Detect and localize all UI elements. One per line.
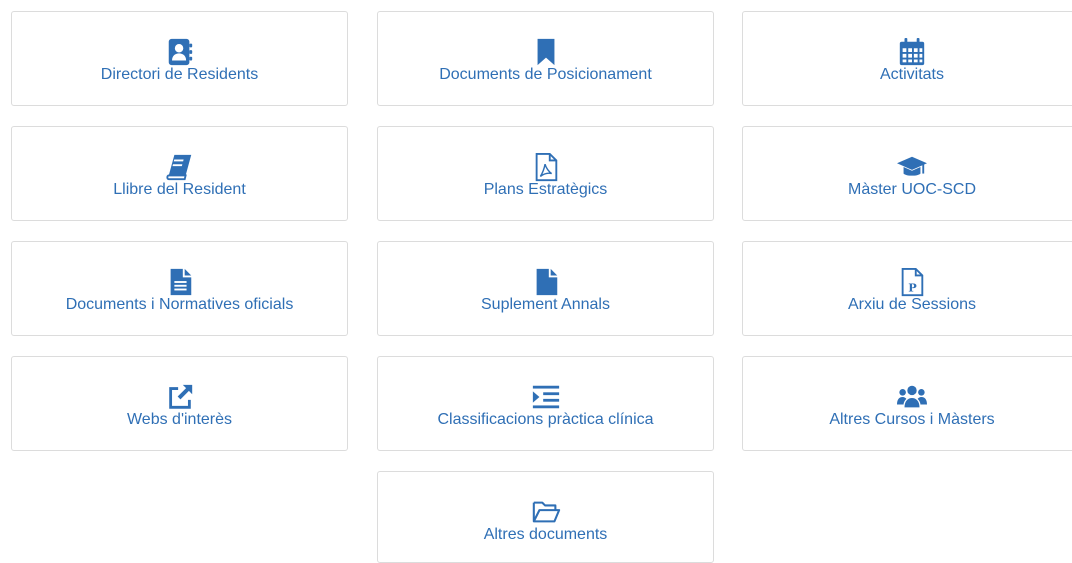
tile-label: Documents i Normatives oficials: [65, 296, 294, 313]
tile-grid: Directori de Residents Documents de Posi…: [0, 0, 1072, 563]
tile-activitats[interactable]: Activitats: [742, 11, 1072, 106]
tile-label: Directori de Residents: [100, 66, 259, 83]
tile-label: Documents de Posicionament: [439, 66, 652, 83]
svg-text:P: P: [908, 280, 917, 294]
indent-icon: [530, 381, 562, 413]
tile-label: Màster UOC-SCD: [847, 181, 976, 198]
tile-label: Altres documents: [483, 526, 608, 543]
users-icon: [896, 381, 928, 413]
book-icon: [164, 151, 196, 183]
tile-documents-posicionament[interactable]: Documents de Posicionament: [377, 11, 714, 106]
calendar-icon: [896, 36, 928, 68]
file-icon: [530, 266, 562, 298]
pdf-file-icon: [530, 151, 562, 183]
tile-directori-residents[interactable]: Directori de Residents: [11, 11, 348, 106]
tile-label: Plans Estratègics: [483, 181, 608, 198]
tile-altres-cursos[interactable]: Altres Cursos i Màsters: [742, 356, 1072, 451]
tile-label: Llibre del Resident: [113, 181, 246, 198]
tile-label: Altres Cursos i Màsters: [829, 411, 995, 428]
folder-open-icon: [530, 496, 562, 528]
tile-documents-normatives[interactable]: Documents i Normatives oficials: [11, 241, 348, 336]
powerpoint-file-icon: P: [896, 266, 928, 298]
tile-webs-interes[interactable]: Webs d'interès: [11, 356, 348, 451]
tile-classificacions[interactable]: Classificacions pràctica clínica: [377, 356, 714, 451]
tile-master-uoc-scd[interactable]: Màster UOC-SCD: [742, 126, 1072, 221]
tile-suplement-annals[interactable]: Suplement Annals: [377, 241, 714, 336]
tile-llibre-resident[interactable]: Llibre del Resident: [11, 126, 348, 221]
tile-altres-documents[interactable]: Altres documents: [377, 471, 714, 563]
tile-label: Suplement Annals: [481, 296, 610, 313]
external-link-icon: [164, 381, 196, 413]
tile-label: Classificacions pràctica clínica: [437, 411, 654, 428]
file-text-icon: [164, 266, 196, 298]
tile-arxiu-sessions[interactable]: P Arxiu de Sessions: [742, 241, 1072, 336]
tile-label: Webs d'interès: [126, 411, 233, 428]
bookmark-icon: [530, 36, 562, 68]
tile-label: Arxiu de Sessions: [847, 296, 977, 313]
address-book-icon: [164, 36, 196, 68]
graduation-cap-icon: [896, 151, 928, 183]
tile-plans-estrategics[interactable]: Plans Estratègics: [377, 126, 714, 221]
tile-label: Activitats: [879, 66, 944, 83]
